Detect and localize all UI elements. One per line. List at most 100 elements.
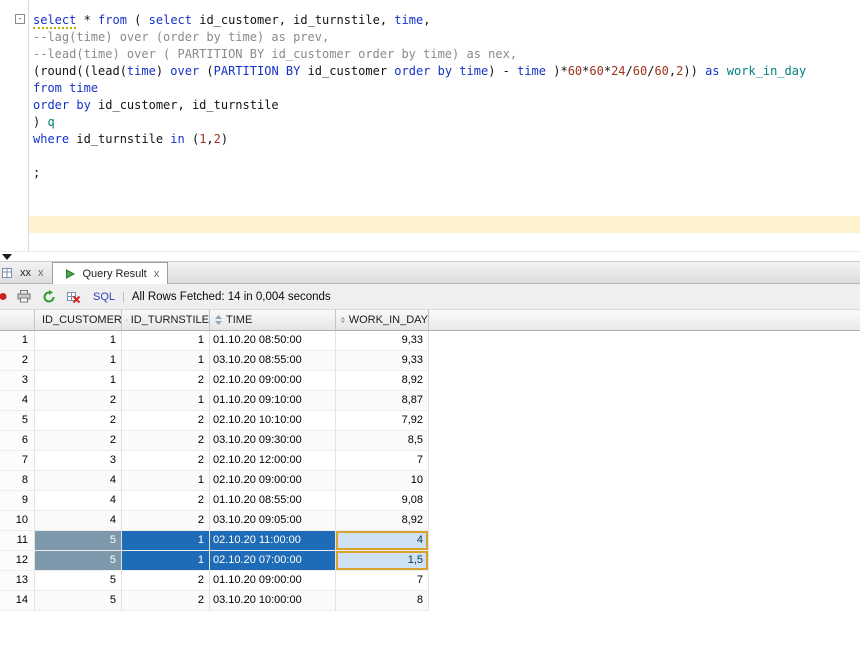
data-cell[interactable]: 01.10.20 08:55:00 bbox=[210, 491, 336, 511]
code-line[interactable]: ) q bbox=[29, 114, 860, 131]
data-cell[interactable]: 5 bbox=[35, 571, 122, 591]
data-cell[interactable]: 02.10.20 11:00:00 bbox=[210, 531, 336, 551]
data-cell[interactable]: 1 bbox=[35, 351, 122, 371]
close-icon[interactable]: x bbox=[154, 268, 160, 279]
data-cell[interactable]: 8 bbox=[336, 591, 429, 611]
row-number-cell[interactable]: 10 bbox=[0, 511, 35, 531]
table-row[interactable]: 13 5 2 01.10.20 09:00:00 7 bbox=[0, 571, 860, 591]
splitter-collapse-icon[interactable] bbox=[2, 254, 12, 260]
table-row[interactable]: 6 2 2 03.10.20 09:30:00 8,5 bbox=[0, 431, 860, 451]
data-cell[interactable]: 1 bbox=[122, 331, 210, 351]
column-header-work-in-day[interactable]: WORK_IN_DAY bbox=[336, 310, 429, 331]
code-line[interactable]: where id_turnstile in (1,2) bbox=[29, 131, 860, 148]
marker-icon[interactable] bbox=[0, 292, 8, 301]
table-row[interactable]: 9 4 2 01.10.20 08:55:00 9,08 bbox=[0, 491, 860, 511]
row-number-cell[interactable]: 7 bbox=[0, 451, 35, 471]
data-cell[interactable]: 7,92 bbox=[336, 411, 429, 431]
data-cell[interactable]: 01.10.20 09:00:00 bbox=[210, 571, 336, 591]
delete-icon[interactable] bbox=[65, 290, 83, 304]
data-cell[interactable]: 3 bbox=[35, 451, 122, 471]
table-row[interactable]: 4 2 1 01.10.20 09:10:00 8,87 bbox=[0, 391, 860, 411]
data-cell[interactable]: 02.10.20 09:00:00 bbox=[210, 371, 336, 391]
column-header-id-turnstile[interactable]: ID_TURNSTILE bbox=[122, 310, 210, 331]
tab-worksheet-xx[interactable]: xx x bbox=[0, 263, 52, 283]
row-number-cell[interactable]: 6 bbox=[0, 431, 35, 451]
table-row[interactable]: 11 5 1 02.10.20 11:00:00 4 bbox=[0, 531, 860, 551]
data-cell[interactable]: 2 bbox=[122, 511, 210, 531]
code-line[interactable]: (round((lead(time) over (PARTITION BY id… bbox=[29, 63, 860, 80]
data-cell[interactable]: 1 bbox=[122, 531, 210, 551]
data-cell[interactable]: 1,5 bbox=[336, 551, 429, 571]
data-cell[interactable]: 03.10.20 09:05:00 bbox=[210, 511, 336, 531]
code-line[interactable]: order by id_customer, id_turnstile bbox=[29, 97, 860, 114]
row-number-cell[interactable]: 14 bbox=[0, 591, 35, 611]
data-cell[interactable]: 8,92 bbox=[336, 371, 429, 391]
row-number-cell[interactable]: 8 bbox=[0, 471, 35, 491]
row-number-cell[interactable]: 5 bbox=[0, 411, 35, 431]
data-cell[interactable]: 01.10.20 08:50:00 bbox=[210, 331, 336, 351]
data-cell[interactable]: 02.10.20 07:00:00 bbox=[210, 551, 336, 571]
table-row[interactable]: 10 4 2 03.10.20 09:05:00 8,92 bbox=[0, 511, 860, 531]
code-line[interactable]: --lead(time) over ( PARTITION BY id_cust… bbox=[29, 46, 860, 63]
data-cell[interactable]: 03.10.20 08:55:00 bbox=[210, 351, 336, 371]
code-line[interactable] bbox=[29, 216, 860, 233]
row-number-cell[interactable]: 4 bbox=[0, 391, 35, 411]
data-cell[interactable]: 2 bbox=[122, 491, 210, 511]
data-cell[interactable]: 2 bbox=[122, 411, 210, 431]
tab-query-result[interactable]: Query Result x bbox=[51, 262, 169, 284]
row-number-cell[interactable]: 12 bbox=[0, 551, 35, 571]
data-cell[interactable]: 4 bbox=[336, 531, 429, 551]
code-line[interactable]: ; bbox=[29, 165, 860, 182]
row-number-cell[interactable]: 1 bbox=[0, 331, 35, 351]
table-row[interactable]: 2 1 1 03.10.20 08:55:00 9,33 bbox=[0, 351, 860, 371]
data-cell[interactable]: 03.10.20 09:30:00 bbox=[210, 431, 336, 451]
data-cell[interactable]: 02.10.20 10:10:00 bbox=[210, 411, 336, 431]
row-number-cell[interactable]: 13 bbox=[0, 571, 35, 591]
data-cell[interactable]: 8,92 bbox=[336, 511, 429, 531]
data-cell[interactable]: 1 bbox=[35, 371, 122, 391]
table-row[interactable]: 5 2 2 02.10.20 10:10:00 7,92 bbox=[0, 411, 860, 431]
panel-splitter[interactable] bbox=[0, 251, 860, 261]
refresh-icon[interactable] bbox=[40, 289, 58, 304]
table-row[interactable]: 12 5 1 02.10.20 07:00:00 1,5 bbox=[0, 551, 860, 571]
sql-button[interactable]: SQL bbox=[93, 291, 115, 303]
data-cell[interactable]: 02.10.20 09:00:00 bbox=[210, 471, 336, 491]
row-number-cell[interactable]: 2 bbox=[0, 351, 35, 371]
code-line[interactable]: from time bbox=[29, 80, 860, 97]
data-cell[interactable]: 4 bbox=[35, 511, 122, 531]
code-fold-icon[interactable]: - bbox=[15, 14, 25, 24]
row-number-cell[interactable]: 3 bbox=[0, 371, 35, 391]
data-cell[interactable]: 1 bbox=[122, 551, 210, 571]
data-cell[interactable]: 2 bbox=[35, 391, 122, 411]
data-cell[interactable]: 8,87 bbox=[336, 391, 429, 411]
table-row[interactable]: 7 3 2 02.10.20 12:00:00 7 bbox=[0, 451, 860, 471]
table-row[interactable]: 1 1 1 01.10.20 08:50:00 9,33 bbox=[0, 331, 860, 351]
data-cell[interactable]: 9,33 bbox=[336, 331, 429, 351]
data-cell[interactable]: 2 bbox=[122, 431, 210, 451]
data-cell[interactable]: 1 bbox=[122, 351, 210, 371]
data-cell[interactable]: 2 bbox=[122, 451, 210, 471]
data-cell[interactable]: 2 bbox=[122, 591, 210, 611]
code-line[interactable] bbox=[29, 199, 860, 216]
data-cell[interactable]: 7 bbox=[336, 451, 429, 471]
table-row[interactable]: 14 5 2 03.10.20 10:00:00 8 bbox=[0, 591, 860, 611]
data-cell[interactable]: 02.10.20 12:00:00 bbox=[210, 451, 336, 471]
data-cell[interactable]: 4 bbox=[35, 491, 122, 511]
column-header-id-customer[interactable]: ID_CUSTOMER bbox=[35, 310, 122, 331]
code-line[interactable]: select * from ( select id_customer, id_t… bbox=[29, 12, 860, 29]
data-cell[interactable]: 1 bbox=[122, 391, 210, 411]
row-number-cell[interactable]: 9 bbox=[0, 491, 35, 511]
data-cell[interactable]: 5 bbox=[35, 531, 122, 551]
code-lines[interactable]: select * from ( select id_customer, id_t… bbox=[29, 12, 860, 233]
data-cell[interactable]: 5 bbox=[35, 551, 122, 571]
code-line[interactable]: --lag(time) over (order by time) as prev… bbox=[29, 29, 860, 46]
close-icon[interactable]: x bbox=[38, 268, 44, 279]
data-cell[interactable]: 8,5 bbox=[336, 431, 429, 451]
data-cell[interactable]: 4 bbox=[35, 471, 122, 491]
data-cell[interactable]: 9,08 bbox=[336, 491, 429, 511]
data-cell[interactable]: 1 bbox=[35, 331, 122, 351]
table-row[interactable]: 3 1 2 02.10.20 09:00:00 8,92 bbox=[0, 371, 860, 391]
sql-editor[interactable]: - select * from ( select id_customer, id… bbox=[0, 0, 860, 251]
data-cell[interactable]: 10 bbox=[336, 471, 429, 491]
data-cell[interactable]: 5 bbox=[35, 591, 122, 611]
